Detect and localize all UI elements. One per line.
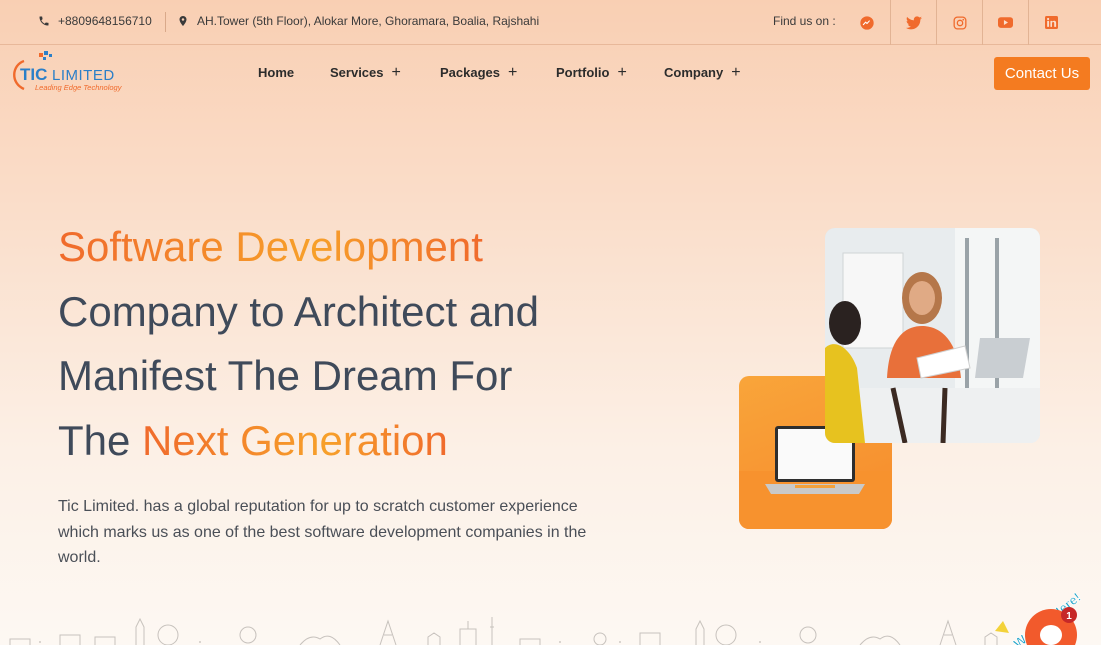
instagram-link[interactable] — [936, 0, 982, 45]
messenger-link[interactable] — [844, 0, 890, 45]
find-us-label: Find us on : — [773, 14, 836, 28]
nav-services[interactable]: Services + — [330, 63, 401, 81]
plus-icon: + — [731, 63, 741, 81]
hero-title-line-3: Manifest The Dream For — [58, 352, 513, 399]
hero-title-line-4: The — [58, 416, 143, 464]
svg-text:TIC: TIC — [20, 65, 47, 84]
city-skyline-decoration — [0, 609, 1101, 645]
main-navbar: TIC LIMITED Leading Edge Technology Home… — [0, 45, 1101, 101]
office-meeting-photo — [825, 228, 1040, 443]
nav-portfolio[interactable]: Portfolio + — [556, 63, 627, 81]
top-bar: +8809648156710 AH.Tower (5th Floor), Alo… — [0, 0, 1101, 45]
nav-packages[interactable]: Packages + — [440, 63, 518, 81]
phone-number: +8809648156710 — [58, 14, 152, 28]
youtube-icon — [998, 17, 1013, 28]
nav-packages-label: Packages — [440, 65, 500, 80]
address-text: AH.Tower (5th Floor), Alokar More, Ghora… — [197, 14, 540, 28]
plus-icon: + — [617, 63, 627, 81]
linkedin-icon — [1045, 16, 1058, 29]
youtube-link[interactable] — [982, 0, 1028, 45]
hero-title-highlight: Software Development — [58, 223, 483, 270]
hero-title-line-2: Company to Architect and — [58, 287, 539, 335]
instagram-icon — [953, 16, 966, 29]
live-chat-widget[interactable]: We Are Here! 1 — [995, 575, 1101, 645]
hero-description: Tic Limited. has a global reputation for… — [58, 498, 587, 566]
plus-icon: + — [391, 63, 401, 81]
nav-home[interactable]: Home — [258, 65, 294, 80]
topbar-divider — [165, 12, 166, 32]
nav-company[interactable]: Company + — [664, 63, 741, 81]
address: AH.Tower (5th Floor), Alokar More, Ghora… — [177, 14, 539, 28]
svg-text:LIMITED: LIMITED — [52, 67, 115, 84]
location-pin-icon — [179, 16, 187, 26]
phone-icon — [39, 16, 49, 26]
messenger-icon — [860, 15, 874, 30]
chat-badge-count: 1 — [1066, 611, 1072, 622]
businesswoman-photo — [825, 228, 1040, 443]
nav-services-label: Services — [330, 65, 384, 80]
nav-company-label: Company — [664, 65, 724, 80]
contact-us-button[interactable]: Contact Us — [994, 57, 1090, 90]
svg-text:Leading Edge Technology: Leading Edge Technology — [35, 83, 123, 92]
nav-portfolio-label: Portfolio — [556, 65, 610, 80]
hero-title-highlight-2: Next Generation — [142, 416, 448, 464]
plus-icon: + — [508, 63, 518, 81]
phone-contact[interactable]: +8809648156710 — [38, 14, 152, 28]
nav-home-label: Home — [258, 65, 295, 80]
hero-title: Software Development Company to Architec… — [58, 215, 658, 473]
tic-limited-logo: TIC LIMITED Leading Edge Technology — [13, 51, 123, 92]
chat-bubble-icon: We Are Here! 1 — [995, 589, 1084, 645]
twitter-link[interactable] — [890, 0, 936, 45]
site-logo[interactable]: TIC LIMITED Leading Edge Technology — [10, 49, 130, 95]
skyline-illustration — [9, 617, 1031, 645]
twitter-icon — [905, 15, 922, 29]
linkedin-link[interactable] — [1028, 0, 1074, 45]
